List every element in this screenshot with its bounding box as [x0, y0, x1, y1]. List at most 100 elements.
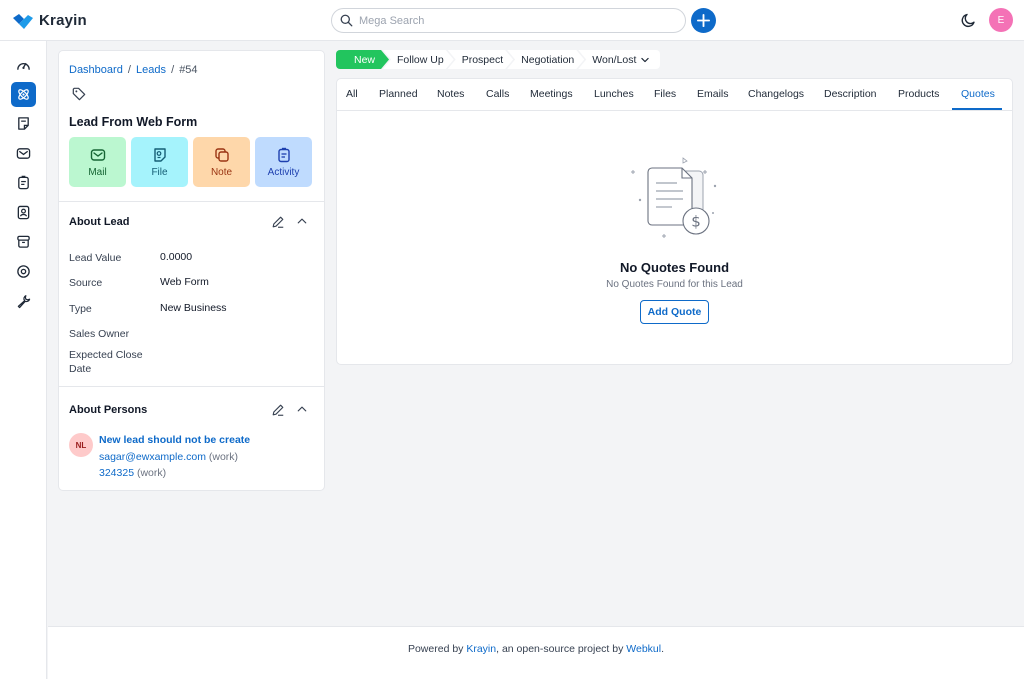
- leads-icon: [18, 89, 29, 100]
- attr-label-source: Source: [69, 277, 103, 289]
- stage-won-lost[interactable]: Won/Lost: [578, 50, 661, 69]
- file-action-button[interactable]: File: [131, 137, 188, 187]
- user-avatar[interactable]: E: [989, 8, 1013, 32]
- about-lead-title: About Lead: [69, 216, 130, 228]
- lead-title: Lead From Web Form: [69, 115, 198, 129]
- stage-won-lost-label: Won/Lost: [592, 53, 637, 66]
- activity-action-button[interactable]: Activity: [255, 137, 312, 187]
- note-action-label: Note: [210, 166, 233, 178]
- settings-icon: [17, 265, 30, 278]
- tab-lunches[interactable]: Lunches: [594, 88, 634, 100]
- stage-new[interactable]: New: [336, 50, 389, 69]
- sidebar-item-quotes[interactable]: [11, 111, 36, 136]
- breadcrumb-separator: /: [171, 64, 175, 76]
- edit-persons-button[interactable]: [271, 403, 285, 420]
- about-persons-title: About Persons: [69, 404, 148, 416]
- tab-emails[interactable]: Emails: [697, 88, 729, 100]
- breadcrumb-dashboard[interactable]: Dashboard: [69, 64, 123, 76]
- footer-suffix: .: [661, 643, 665, 655]
- contacts-icon: [17, 205, 30, 220]
- top-header: Krayin E: [0, 0, 1024, 41]
- sidebar-item-contacts[interactable]: [11, 200, 36, 225]
- webkul-link[interactable]: Webkul: [626, 643, 661, 655]
- tab-description[interactable]: Description: [824, 88, 877, 100]
- tab-notes[interactable]: Notes: [437, 88, 464, 100]
- pencil-icon: [272, 404, 284, 416]
- mail-icon: [90, 148, 105, 161]
- empty-state-title: No Quotes Found: [619, 260, 730, 275]
- tab-calls[interactable]: Calls: [486, 88, 509, 100]
- add-quote-button[interactable]: Add Quote: [640, 300, 709, 324]
- products-icon: [17, 235, 30, 248]
- attr-label-sales-owner: Sales Owner: [69, 328, 130, 340]
- attr-value-source: Web Form: [160, 276, 209, 288]
- breadcrumb-current: #54: [179, 64, 198, 76]
- sidebar-item-settings[interactable]: [11, 259, 36, 284]
- brand-logo[interactable]: Krayin: [12, 12, 87, 29]
- moon-icon: [961, 13, 975, 28]
- mail-action-button[interactable]: Mail: [69, 137, 126, 187]
- file-action-label: File: [151, 166, 168, 178]
- breadcrumb-leads[interactable]: Leads: [136, 64, 166, 76]
- krayin-logo-icon: [13, 13, 33, 29]
- person-name-link[interactable]: New lead should not be create: [99, 434, 250, 446]
- stage-negotiation[interactable]: Negotiation: [507, 50, 584, 69]
- tab-meetings[interactable]: Meetings: [530, 88, 573, 100]
- collapse-lead-button[interactable]: [296, 215, 308, 230]
- tab-products[interactable]: Products: [898, 88, 939, 100]
- person-email-link[interactable]: sagar@ewxample.com: [99, 451, 206, 463]
- divider: [59, 386, 324, 387]
- stage-follow-up[interactable]: Follow Up: [383, 50, 454, 69]
- sidebar-item-activities[interactable]: [11, 170, 36, 195]
- attr-label-expected-close-date: Expected Close Date: [69, 349, 143, 375]
- svg-text:$: $: [691, 213, 701, 231]
- sidebar-item-products[interactable]: [11, 229, 36, 254]
- pencil-icon: [272, 216, 284, 228]
- collapse-persons-button[interactable]: [296, 403, 308, 418]
- note-icon: [214, 147, 229, 162]
- breadcrumb-separator: /: [127, 64, 131, 76]
- tab-all[interactable]: All: [346, 88, 358, 100]
- mail-action-label: Mail: [88, 166, 107, 178]
- mega-search[interactable]: [331, 8, 686, 33]
- lead-details-panel: Dashboard / Leads / #54 Lead From Web Fo…: [58, 50, 325, 491]
- attr-value-lead-value: 0.0000: [160, 251, 193, 263]
- sidebar-item-dashboard[interactable]: [11, 53, 36, 78]
- dashboard-icon: [17, 62, 30, 70]
- footer: Powered by Krayin, an open-source projec…: [48, 626, 1024, 679]
- sidebar-item-configuration[interactable]: [11, 289, 36, 314]
- search-input[interactable]: [359, 14, 659, 27]
- activity-panel: All Planned Notes Calls Meetings Lunches…: [336, 78, 1013, 365]
- activity-icon: [277, 147, 290, 162]
- sidebar-item-leads[interactable]: [11, 82, 36, 107]
- activity-action-label: Activity: [267, 166, 300, 178]
- stage-prospect[interactable]: Prospect: [448, 50, 513, 69]
- activity-tabs: All Planned Notes Calls Meetings Lunches…: [337, 79, 1012, 111]
- person-phone-link[interactable]: 324325: [99, 467, 134, 479]
- about-persons-header: About Persons: [59, 390, 324, 430]
- about-lead-header: About Lead: [59, 202, 324, 242]
- tab-files[interactable]: Files: [654, 88, 676, 100]
- sidebar: [0, 41, 47, 679]
- breadcrumb: Dashboard / Leads / #54: [69, 64, 198, 76]
- empty-quotes-illustration-icon: $: [631, 157, 717, 238]
- activities-icon: [18, 175, 29, 190]
- note-action-button[interactable]: Note: [193, 137, 250, 187]
- mail-icon: [16, 148, 31, 159]
- tab-changelogs[interactable]: Changelogs: [748, 88, 804, 100]
- quick-create-button[interactable]: [691, 8, 716, 33]
- dark-mode-toggle[interactable]: [959, 10, 979, 30]
- sidebar-item-mail[interactable]: [11, 141, 36, 166]
- brand-name: Krayin: [39, 12, 87, 29]
- plus-icon: [697, 14, 710, 27]
- tab-planned[interactable]: Planned: [379, 88, 418, 100]
- tag-button[interactable]: [72, 87, 86, 104]
- attr-value-type: New Business: [160, 302, 227, 314]
- tab-quotes[interactable]: Quotes: [961, 88, 995, 100]
- person-email: sagar@ewxample.com (work): [99, 451, 238, 463]
- file-icon: [153, 147, 166, 162]
- edit-lead-button[interactable]: [271, 215, 285, 232]
- chevron-up-icon: [297, 218, 307, 224]
- krayin-link[interactable]: Krayin: [466, 643, 496, 655]
- person-email-type: (work): [208, 451, 239, 463]
